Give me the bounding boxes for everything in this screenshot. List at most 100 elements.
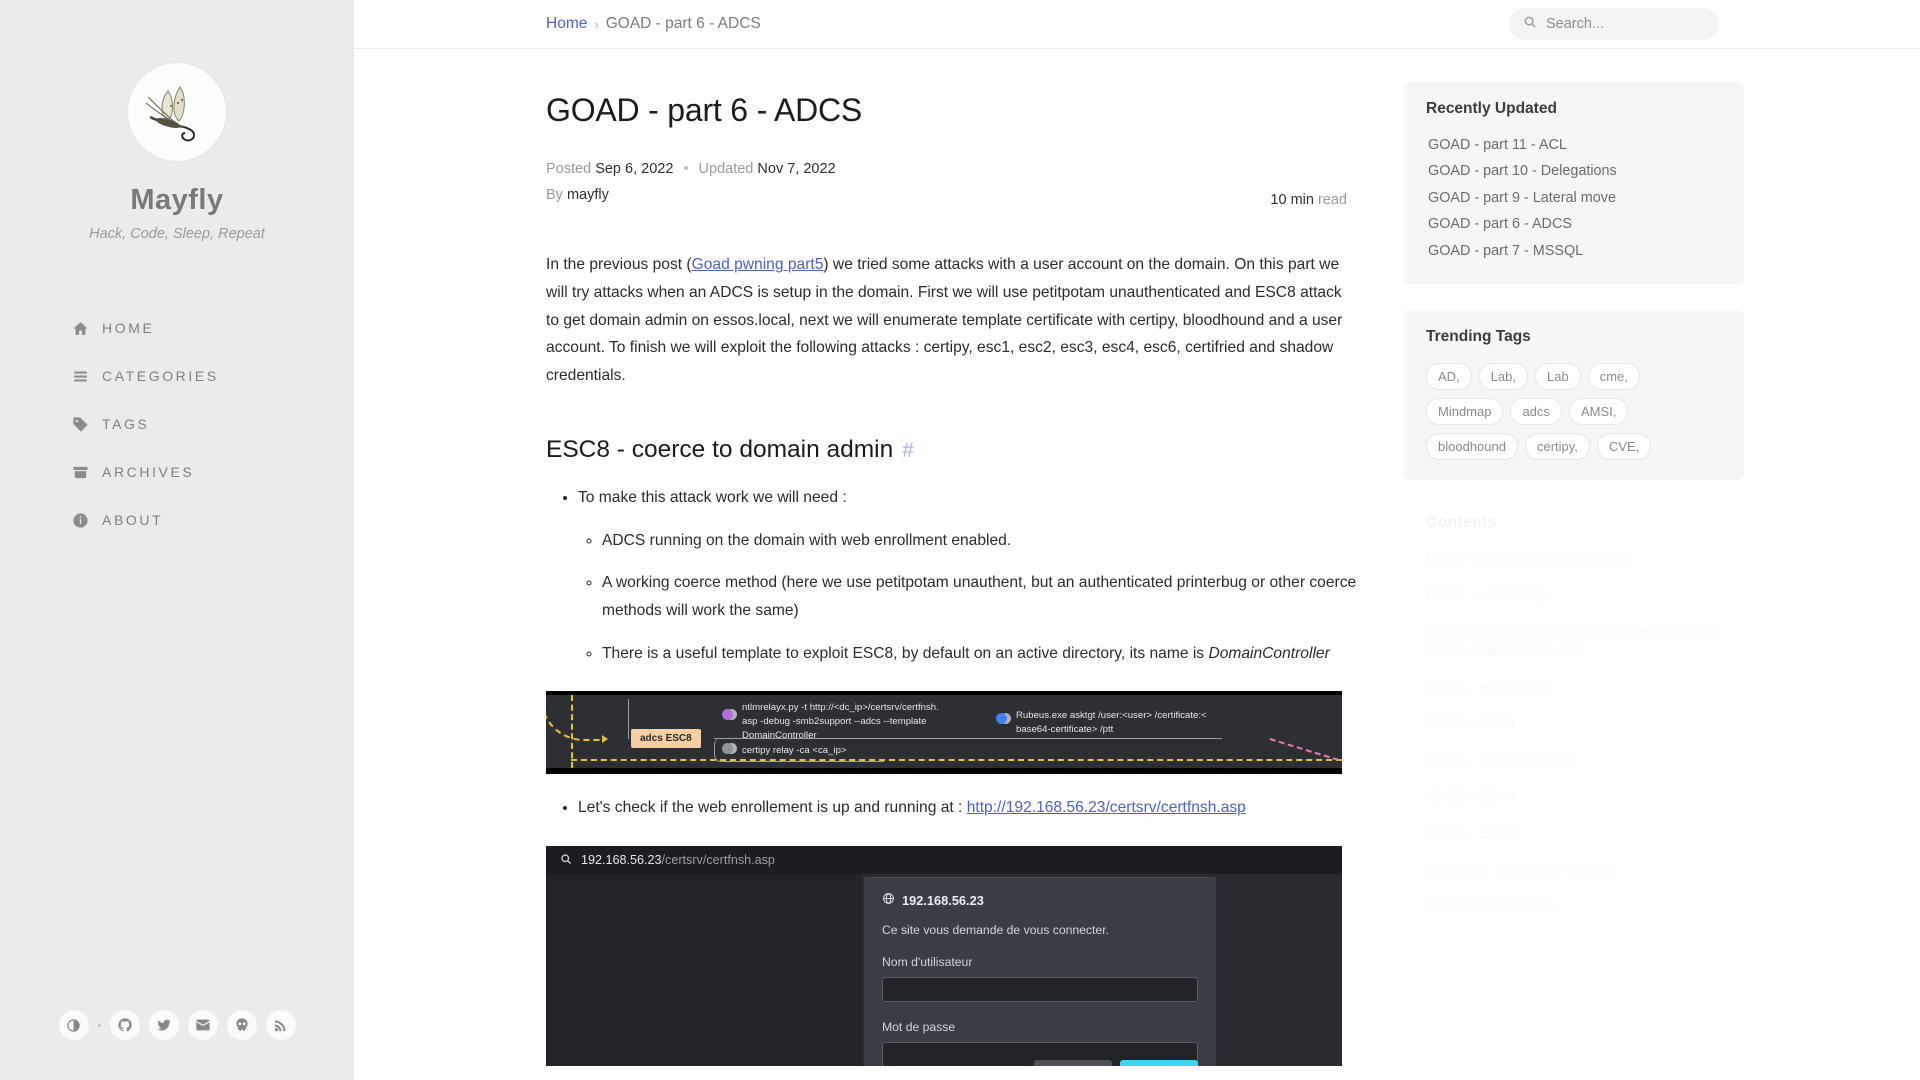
certipy-tool-icon	[722, 742, 737, 754]
updated-date: Nov 7, 2022	[757, 161, 836, 177]
list-item[interactable]: ADCS reconnaissance and enumeration (wit…	[1426, 623, 1722, 662]
list-item[interactable]: ADCS - ESC6	[1426, 825, 1722, 844]
home-icon	[72, 320, 102, 337]
auth-dialog-host-row: 192.168.56.23	[882, 892, 1198, 908]
recently-updated-list: GOAD - part 11 - ACL GOAD - part 10 - De…	[1426, 132, 1722, 264]
sidebar-item-archives[interactable]: ARCHIVES	[0, 448, 354, 496]
tag-chip[interactable]: AD,	[1426, 363, 1472, 391]
list-item[interactable]: ESC8 - coerce to domain admin	[1426, 550, 1722, 569]
ntlmrelayx-command-text: ntlmrelayx.py -t http://<dc_ip>/certsrv/…	[742, 701, 939, 741]
sidebar-item-label: ARCHIVES	[102, 464, 195, 480]
list-item: There is a useful template to exploit ES…	[602, 640, 1388, 668]
list-item[interactable]: GOAD - part 6 - ADCS	[1426, 211, 1722, 237]
list-item[interactable]: GOAD - part 7 - MSSQL	[1426, 238, 1722, 264]
list-item[interactable]: ADCS - ESC1	[1426, 715, 1722, 734]
sidebar-item-home[interactable]: HOME	[0, 304, 354, 352]
main-pane: Home › GOAD - part 6 - ADCS GOAD - part …	[354, 0, 1920, 1080]
list-item[interactable]: Shadow Credentials	[1426, 897, 1722, 916]
info-icon	[72, 512, 102, 529]
posted-date: Sep 6, 2022	[595, 161, 674, 177]
list-item[interactable]: ADCS - ESC2 & ESC3	[1426, 752, 1722, 771]
confirm-button[interactable]	[1120, 1060, 1198, 1067]
github-icon[interactable]	[109, 1010, 140, 1040]
right-sidebar: Recently Updated GOAD - part 11 - ACL GO…	[1404, 49, 1744, 1080]
sidebar-item-about[interactable]: ABOUT	[0, 496, 354, 544]
tag-chip[interactable]: Mindmap	[1426, 398, 1504, 426]
auth-dialog-host: 192.168.56.23	[902, 892, 984, 908]
goad-part5-link[interactable]: Goad pwning part5	[692, 256, 824, 273]
avatar-image	[127, 62, 227, 162]
username-field[interactable]	[882, 977, 1198, 1003]
sidebar-item-tags[interactable]: TAGS	[0, 400, 354, 448]
trending-tags-panel: Trending Tags AD, Lab, Lab cme, Mindmap …	[1404, 310, 1744, 481]
archive-icon	[72, 464, 102, 481]
meta-separator: •	[683, 161, 689, 177]
tag-chip[interactable]: cme,	[1587, 363, 1640, 391]
contents-list: ESC8 - coerce to domain admin ESC8 - wit…	[1426, 550, 1722, 917]
heading-anchor-icon[interactable]: #	[902, 439, 914, 463]
list-item[interactable]: ESC8 - with certipy	[1426, 586, 1722, 605]
tag-chip[interactable]: Lab,	[1478, 363, 1528, 391]
search-icon	[560, 853, 572, 868]
diagram-label-rubeus: Rubeus.exe asktgt /user:<user> /certific…	[1016, 709, 1286, 737]
intro-post: ) we tried some attacks with a user acco…	[546, 256, 1343, 385]
email-icon[interactable]	[187, 1010, 218, 1040]
list-item[interactable]: GOAD - part 9 - Lateral move	[1426, 185, 1722, 211]
list-item[interactable]: ADCS - exploitation	[1426, 679, 1722, 698]
sidebar-item-label: ABOUT	[102, 512, 164, 528]
list-item[interactable]: ADCS - ESC4	[1426, 788, 1722, 807]
search-box[interactable]	[1509, 8, 1719, 40]
left-sidebar: Mayfly Hack, Code, Sleep, Repeat HOME CA…	[0, 0, 354, 1080]
list-item[interactable]: Certifried - CVE-2022–26923	[1426, 861, 1722, 880]
list-item: Let's check if the web enrollement is up…	[578, 794, 1388, 822]
list-item[interactable]: GOAD - part 11 - ACL	[1426, 132, 1722, 158]
cancel-button[interactable]	[1034, 1060, 1112, 1067]
password-label: Mot de passe	[882, 1020, 956, 1035]
tag-chip[interactable]: AMSI,	[1568, 398, 1629, 426]
sidebar-item-label: TAGS	[102, 416, 150, 432]
tag-chip[interactable]: Lab	[1534, 363, 1581, 391]
tag-chip[interactable]: certipy,	[1524, 433, 1590, 461]
content-columns: GOAD - part 6 - ADCS Posted Sep 6, 2022 …	[354, 49, 1920, 1080]
ntlmrelayx-tool-icon	[722, 708, 737, 720]
breadcrumb-home-link[interactable]: Home	[546, 15, 587, 33]
recently-updated-panel: Recently Updated GOAD - part 11 - ACL GO…	[1404, 82, 1744, 285]
mayfly-illustration-icon	[145, 86, 196, 142]
tag-chip[interactable]: CVE,	[1596, 433, 1652, 461]
tag-chip[interactable]: bloodhound	[1426, 433, 1518, 461]
list-item: To make this attack work we will need : …	[578, 484, 1388, 668]
diagram-arrow-icon	[602, 734, 608, 743]
avatar[interactable]	[127, 62, 227, 162]
sidebar-item-label: CATEGORIES	[102, 368, 219, 384]
browser-url-bar: 192.168.56.23/certsrv/certfnsh.asp	[546, 846, 1342, 875]
list-item[interactable]: GOAD - part 10 - Delegations	[1426, 158, 1722, 184]
diagram-label-certipy: certipy relay -ca <ca_ip>	[742, 744, 847, 758]
read-time: 10 min	[1270, 192, 1314, 209]
web-enrollment-check-list: Let's check if the web enrollement is up…	[578, 794, 1388, 822]
browser-screenshot-figure: 192.168.56.23/certsrv/certfnsh.asp 192.1…	[546, 846, 1342, 1067]
breadcrumb-current: GOAD - part 6 - ADCS	[605, 15, 761, 32]
browser-page-left-panel	[546, 874, 862, 1067]
browser-page-area: 192.168.56.23 Ce site vous demande de vo…	[546, 874, 1342, 1067]
list-item: A working coerce method (here we use pet…	[602, 569, 1388, 625]
tag-chip[interactable]: adcs	[1510, 398, 1562, 426]
bullet-intro-text: To make this attack work we will need :	[578, 488, 847, 506]
rss-icon[interactable]	[265, 1010, 296, 1040]
search-input[interactable]	[1546, 16, 1705, 32]
rubeus-tool-icon	[996, 712, 1011, 724]
diagram-yellow-hline	[571, 758, 1342, 761]
hackthebox-skull-icon[interactable]	[226, 1010, 257, 1040]
trending-tags-title: Trending Tags	[1426, 328, 1531, 346]
esc8-diagram-figure: adcs ESC8 ntlmrelayx.py -t http://<dc_ip…	[546, 690, 1342, 774]
twitter-icon[interactable]	[148, 1010, 179, 1040]
diagram-node-adcs-esc8: adcs ESC8	[631, 728, 701, 748]
theme-toggle-icon[interactable]	[58, 1010, 89, 1040]
sidebar-item-categories[interactable]: CATEGORIES	[0, 352, 354, 400]
certfnsh-url-link[interactable]: http://192.168.56.23/certsrv/certfnsh.as…	[967, 799, 1246, 816]
topbar: Home › GOAD - part 6 - ADCS	[354, 0, 1920, 49]
rubeus-command-text: Rubeus.exe asktgt /user:<user> /certific…	[1016, 709, 1207, 735]
diagram-yellow-curve	[546, 691, 600, 741]
site-title[interactable]: Mayfly	[0, 184, 354, 217]
author-name[interactable]: mayfly	[567, 187, 609, 203]
diagram-canvas: adcs ESC8 ntlmrelayx.py -t http://<dc_ip…	[546, 694, 1342, 774]
